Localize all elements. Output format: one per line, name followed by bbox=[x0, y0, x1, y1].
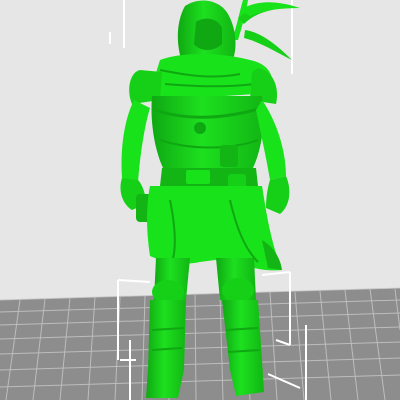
scene[interactable] bbox=[0, 0, 400, 400]
3d-viewport[interactable] bbox=[0, 0, 400, 400]
print-bed bbox=[0, 287, 400, 400]
bounding-box-front bbox=[117, 271, 291, 283]
